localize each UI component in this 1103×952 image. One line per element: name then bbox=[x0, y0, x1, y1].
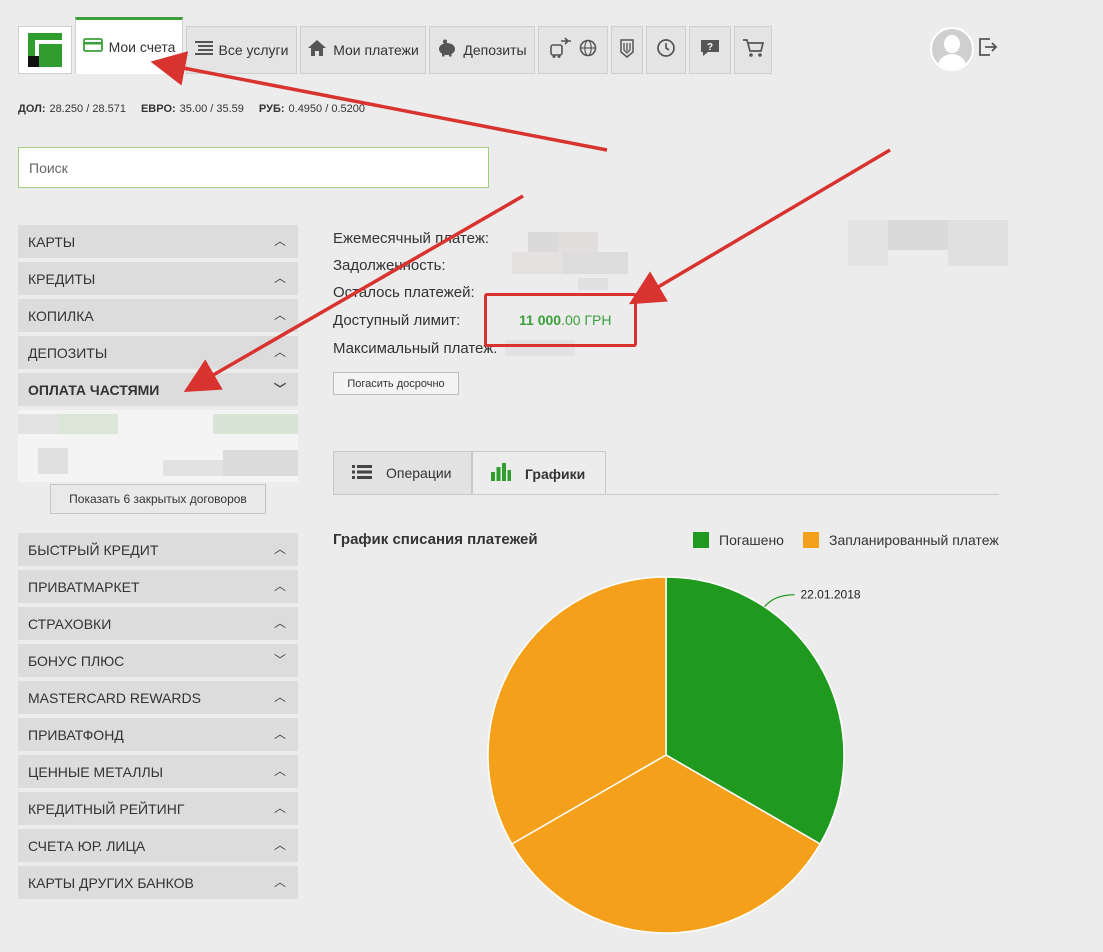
data-label: 22.01.2018 bbox=[801, 588, 861, 602]
payment-pie-chart: 22.01.2018 bbox=[487, 576, 861, 934]
data-label-connector bbox=[764, 594, 795, 608]
